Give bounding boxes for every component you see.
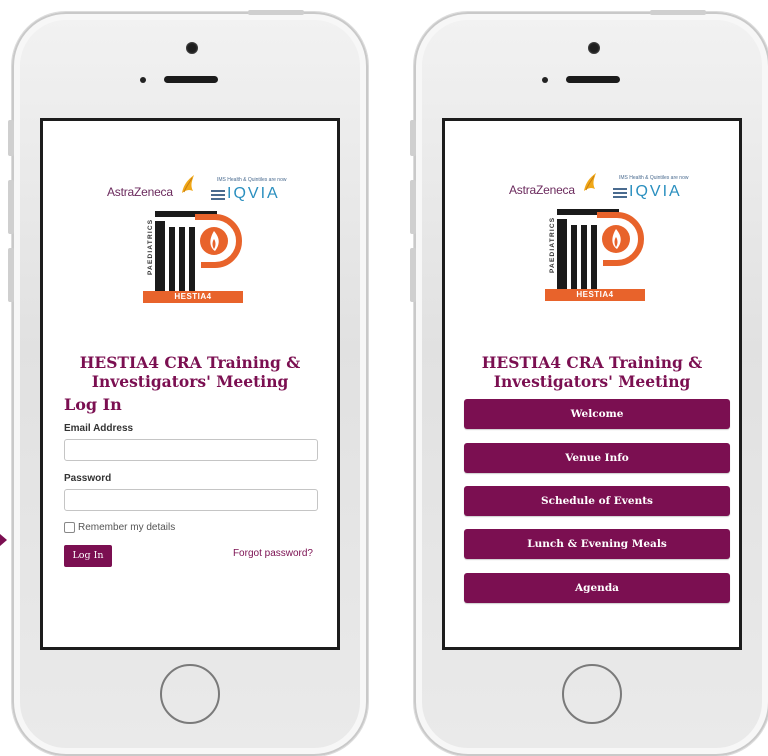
meeting-title-line1: HESTIA4 CRA Training &	[79, 353, 301, 372]
iqvia-logo: IQVIA	[629, 183, 682, 200]
remember-label: Remember my details	[78, 522, 176, 533]
menu-screen: AstraZeneca IMS Health & Quintiles are n…	[442, 118, 742, 650]
hestia-logo: PAEDIATRICS HESTIA4	[545, 207, 645, 303]
proximity-sensor	[542, 77, 548, 83]
login-heading: Log In	[64, 395, 122, 414]
paediatrics-label: PAEDIATRICS	[147, 218, 154, 275]
hestia-logo: PAEDIATRICS HESTIA4	[143, 209, 243, 305]
password-field[interactable]	[64, 489, 318, 511]
iqvia-lines-icon	[211, 190, 225, 200]
earpiece-speaker	[566, 76, 620, 83]
astrazeneca-symbol-icon	[182, 175, 194, 193]
menu-agenda-button[interactable]: Agenda	[464, 573, 730, 603]
remember-me[interactable]: Remember my details	[64, 522, 175, 533]
login-screen: AstraZeneca IMS Health & Quintiles are n…	[40, 118, 340, 650]
astrazeneca-wordmark: AstraZeneca	[107, 185, 173, 199]
pillar-flame-icon	[155, 211, 242, 291]
volume-down-button	[410, 248, 416, 302]
menu-schedule-button[interactable]: Schedule of Events	[464, 486, 730, 516]
power-button	[248, 10, 304, 15]
menu-venue-info-button[interactable]: Venue Info	[464, 443, 730, 473]
mute-switch	[8, 120, 14, 156]
earpiece-speaker	[164, 76, 218, 83]
menu-meals-button[interactable]: Lunch & Evening Meals	[464, 529, 730, 559]
home-button[interactable]	[160, 664, 220, 724]
meeting-title: HESTIA4 CRA Training & Investigators' Me…	[43, 353, 337, 391]
paediatrics-label: PAEDIATRICS	[549, 216, 556, 273]
forgot-password-link[interactable]: Forgot password?	[233, 548, 313, 559]
iqvia-tagline: IMS Health & Quintiles are now	[619, 175, 689, 181]
iqvia-logo: IQVIA	[227, 185, 280, 202]
iqvia-tagline: IMS Health & Quintiles are now	[217, 177, 287, 183]
home-button[interactable]	[562, 664, 622, 724]
email-label: Email Address	[64, 423, 134, 434]
power-button	[650, 10, 706, 15]
login-button[interactable]: Log In	[64, 545, 112, 567]
pointer-arrow-icon	[0, 534, 7, 546]
front-camera	[186, 42, 198, 54]
phone-left: AstraZeneca IMS Health & Quintiles are n…	[8, 10, 368, 756]
pillar-flame-icon	[557, 209, 644, 289]
remember-checkbox[interactable]	[64, 522, 75, 533]
front-camera	[588, 42, 600, 54]
volume-up-button	[8, 180, 14, 234]
volume-up-button	[410, 180, 416, 234]
volume-down-button	[8, 248, 14, 302]
email-field[interactable]	[64, 439, 318, 461]
hestia-badge: HESTIA4	[143, 291, 243, 303]
phone-right: AstraZeneca IMS Health & Quintiles are n…	[410, 10, 768, 756]
meeting-title: HESTIA4 CRA Training & Investigators' Me…	[445, 353, 739, 391]
iqvia-lines-icon	[613, 188, 627, 198]
password-label: Password	[64, 473, 112, 484]
astrazeneca-wordmark: AstraZeneca	[509, 183, 575, 197]
proximity-sensor	[140, 77, 146, 83]
meeting-title-line1: HESTIA4 CRA Training &	[481, 353, 703, 372]
astrazeneca-logo: AstraZeneca	[107, 175, 194, 199]
meeting-title-line2: Investigators' Meeting	[91, 372, 289, 391]
menu-welcome-button[interactable]: Welcome	[464, 399, 730, 429]
astrazeneca-logo: AstraZeneca	[509, 173, 596, 197]
astrazeneca-symbol-icon	[584, 173, 596, 191]
hestia-badge: HESTIA4	[545, 289, 645, 301]
mute-switch	[410, 120, 416, 156]
meeting-title-line2: Investigators' Meeting	[493, 372, 691, 391]
